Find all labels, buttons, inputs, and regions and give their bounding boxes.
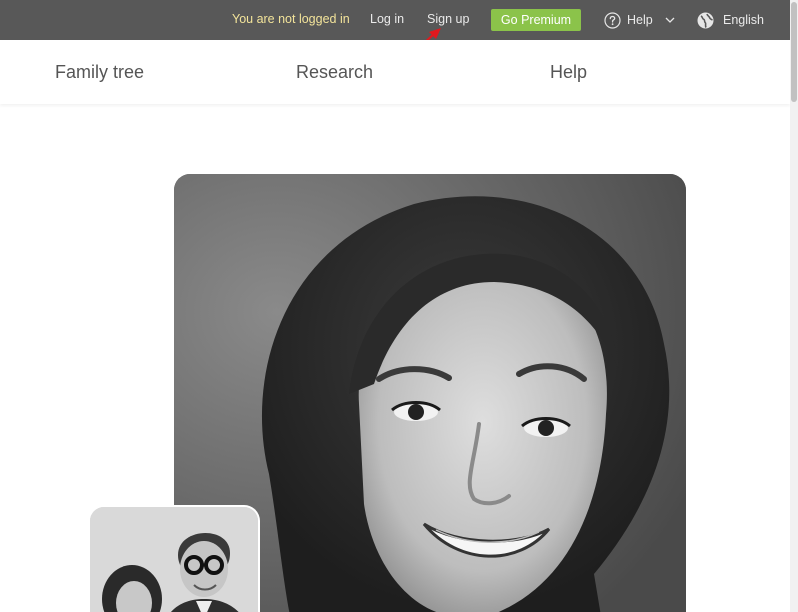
globe-icon	[697, 12, 714, 29]
nav-family-tree[interactable]: Family tree	[55, 62, 144, 83]
chevron-down-icon	[659, 14, 676, 26]
language-selector[interactable]: English	[697, 10, 764, 30]
help-menu-label: Help	[627, 13, 653, 27]
nav-research[interactable]: Research	[296, 62, 373, 83]
login-status-text: You are not logged in	[232, 12, 350, 26]
go-premium-button[interactable]: Go Premium	[491, 9, 581, 31]
vertical-scrollbar[interactable]	[790, 0, 798, 612]
help-menu[interactable]: Help	[604, 10, 676, 30]
nav-help[interactable]: Help	[550, 62, 587, 83]
inset-couple-photo	[90, 507, 258, 612]
page: You are not logged in Log in Sign up Go …	[0, 0, 798, 612]
language-label: English	[723, 13, 764, 27]
scrollbar-thumb[interactable]	[791, 2, 797, 102]
main-navigation: Family tree Research Help	[0, 40, 790, 104]
top-bar: You are not logged in Log in Sign up Go …	[0, 0, 790, 40]
login-link[interactable]: Log in	[370, 12, 404, 26]
question-circle-icon	[604, 11, 621, 29]
signup-link[interactable]: Sign up	[427, 12, 469, 26]
